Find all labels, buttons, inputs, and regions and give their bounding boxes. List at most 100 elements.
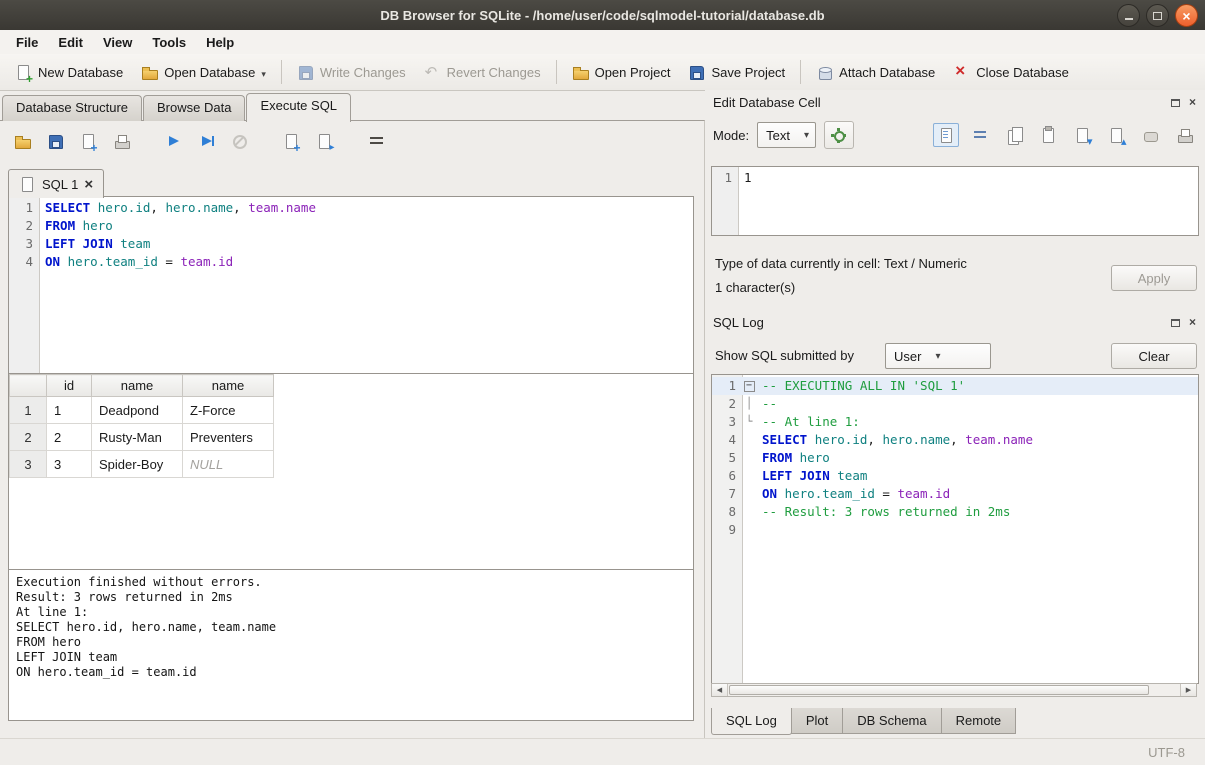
tab-db-schema[interactable]: DB Schema <box>842 708 941 734</box>
open-project-button[interactable]: Open Project <box>563 59 680 86</box>
open-database-button[interactable]: Open Database <box>132 59 275 86</box>
execute-all-button[interactable] <box>161 129 185 153</box>
open-sql-new-tab-icon <box>316 133 333 150</box>
code-text: ON hero.team_id = team.id <box>39 253 233 271</box>
sql-log-dock-buttons <box>1169 316 1199 329</box>
close-tab-icon[interactable] <box>84 177 93 192</box>
cell[interactable]: Rusty-Man <box>92 424 183 451</box>
new-database-label: New Database <box>38 65 123 80</box>
menu-view[interactable]: View <box>93 32 142 53</box>
fold-guide <box>742 503 756 521</box>
tab-execute-sql[interactable]: Execute SQL <box>246 93 351 122</box>
mode-select[interactable]: Text <box>757 122 816 148</box>
print-cell-button[interactable] <box>1171 123 1197 147</box>
encoding-indicator: UTF-8 <box>1148 745 1185 760</box>
cell[interactable]: Deadpond <box>92 397 183 424</box>
open-sql-new-tab-button[interactable] <box>312 129 336 153</box>
column-header-name[interactable]: name <box>183 375 274 397</box>
row-header[interactable]: 2 <box>10 424 47 451</box>
code-text: FROM hero <box>756 449 830 467</box>
minimize-icon[interactable] <box>1117 4 1140 27</box>
save-project-button[interactable]: Save Project <box>679 59 794 86</box>
log-hscrollbar[interactable] <box>711 683 1197 697</box>
set-null-button[interactable] <box>1137 123 1163 147</box>
cell[interactable]: Spider-Boy <box>92 451 183 478</box>
scroll-thumb[interactable] <box>729 685 1149 695</box>
write-changes-label: Write Changes <box>320 65 406 80</box>
sql-editor[interactable]: 1SELECT hero.id, hero.name, team.name2FR… <box>8 196 694 375</box>
scroll-track[interactable] <box>1149 684 1180 696</box>
log-filter-select[interactable]: User <box>885 343 991 369</box>
scroll-right-icon[interactable] <box>1180 684 1196 696</box>
attach-database-button[interactable]: Attach Database <box>807 59 944 86</box>
line-number: 3 <box>9 235 39 253</box>
close-database-icon <box>953 64 970 81</box>
tab-plot[interactable]: Plot <box>791 708 843 734</box>
tab-browse-data[interactable]: Browse Data <box>143 95 245 121</box>
column-header-id[interactable]: id <box>47 375 92 397</box>
menu-file[interactable]: File <box>6 32 48 53</box>
cell[interactable]: 3 <box>47 451 92 478</box>
scroll-left-icon[interactable] <box>712 684 728 696</box>
cell[interactable]: 2 <box>47 424 92 451</box>
wrap-lines-icon <box>972 127 989 144</box>
open-external-editor-button[interactable] <box>824 121 854 149</box>
menu-help[interactable]: Help <box>196 32 244 53</box>
print-sql-button[interactable] <box>109 129 133 153</box>
clear-log-button[interactable]: Clear <box>1111 343 1197 369</box>
float-dock-icon[interactable] <box>1169 96 1182 109</box>
maximize-icon[interactable] <box>1146 4 1169 27</box>
copy-cell-button[interactable] <box>1001 123 1027 147</box>
row-header[interactable]: 1 <box>10 397 47 424</box>
cell[interactable]: Z-Force <box>183 397 274 424</box>
row-header[interactable]: 3 <box>10 451 47 478</box>
open-sql-file-button[interactable] <box>10 129 34 153</box>
wrap-lines-button[interactable] <box>967 123 993 147</box>
paste-cell-button[interactable] <box>1035 123 1061 147</box>
execute-current-line-button[interactable] <box>194 129 218 153</box>
new-database-button[interactable]: New Database <box>6 59 132 86</box>
text-mode-button[interactable] <box>933 123 959 147</box>
fold-marker-icon[interactable]: − <box>742 377 756 395</box>
new-sql-tab-button[interactable] <box>279 129 303 153</box>
export-cell-button[interactable] <box>1103 123 1129 147</box>
fold-guide <box>742 467 756 485</box>
tab-database-structure[interactable]: Database Structure <box>2 95 142 121</box>
cell[interactable]: 1 <box>47 397 92 424</box>
float-dock-icon[interactable] <box>1169 316 1182 329</box>
cell-value-text: 1 <box>738 169 752 187</box>
menu-tools[interactable]: Tools <box>142 32 196 53</box>
export-sql-button[interactable] <box>76 129 100 153</box>
sql-log-header: SQL Log <box>713 314 1199 331</box>
cell-value-editor[interactable]: 1 1 <box>711 166 1199 236</box>
corner-header[interactable] <box>10 375 47 397</box>
close-database-button[interactable]: Close Database <box>944 59 1078 86</box>
toolbar-separator <box>281 60 282 84</box>
menu-edit[interactable]: Edit <box>48 32 93 53</box>
tab-sql-log[interactable]: SQL Log <box>711 708 792 735</box>
word-wrap-icon <box>368 133 385 150</box>
attach-database-label: Attach Database <box>839 65 935 80</box>
cell-type-info: Type of data currently in cell: Text / N… <box>715 256 967 271</box>
column-header-name[interactable]: name <box>92 375 183 397</box>
save-sql-file-icon <box>47 133 64 150</box>
cell[interactable]: NULL <box>183 451 274 478</box>
paste-cell-icon <box>1040 127 1057 144</box>
close-dock-icon[interactable] <box>1186 316 1199 329</box>
save-project-icon <box>688 64 705 81</box>
code-text: -- Result: 3 rows returned in 2ms <box>756 503 1010 521</box>
open-project-label: Open Project <box>595 65 671 80</box>
cell[interactable]: Preventers <box>183 424 274 451</box>
table-row: 11DeadpondZ-Force <box>10 397 274 424</box>
sql-log-view[interactable]: 1−-- EXECUTING ALL IN 'SQL 1'2│--3└-- At… <box>711 374 1199 684</box>
close-window-icon[interactable] <box>1175 4 1198 27</box>
right-dock-area: Edit Database Cell Mode: Text 1 1 Type o… <box>705 90 1205 738</box>
results-grid[interactable]: idnamename11DeadpondZ-Force22Rusty-ManPr… <box>8 373 694 571</box>
save-sql-file-button[interactable] <box>43 129 67 153</box>
word-wrap-button[interactable] <box>364 129 388 153</box>
chevron-down-icon[interactable] <box>261 65 266 80</box>
close-dock-icon[interactable] <box>1186 96 1199 109</box>
import-cell-button[interactable] <box>1069 123 1095 147</box>
tab-remote[interactable]: Remote <box>941 708 1017 734</box>
sql-tab[interactable]: SQL 1 <box>8 169 104 198</box>
